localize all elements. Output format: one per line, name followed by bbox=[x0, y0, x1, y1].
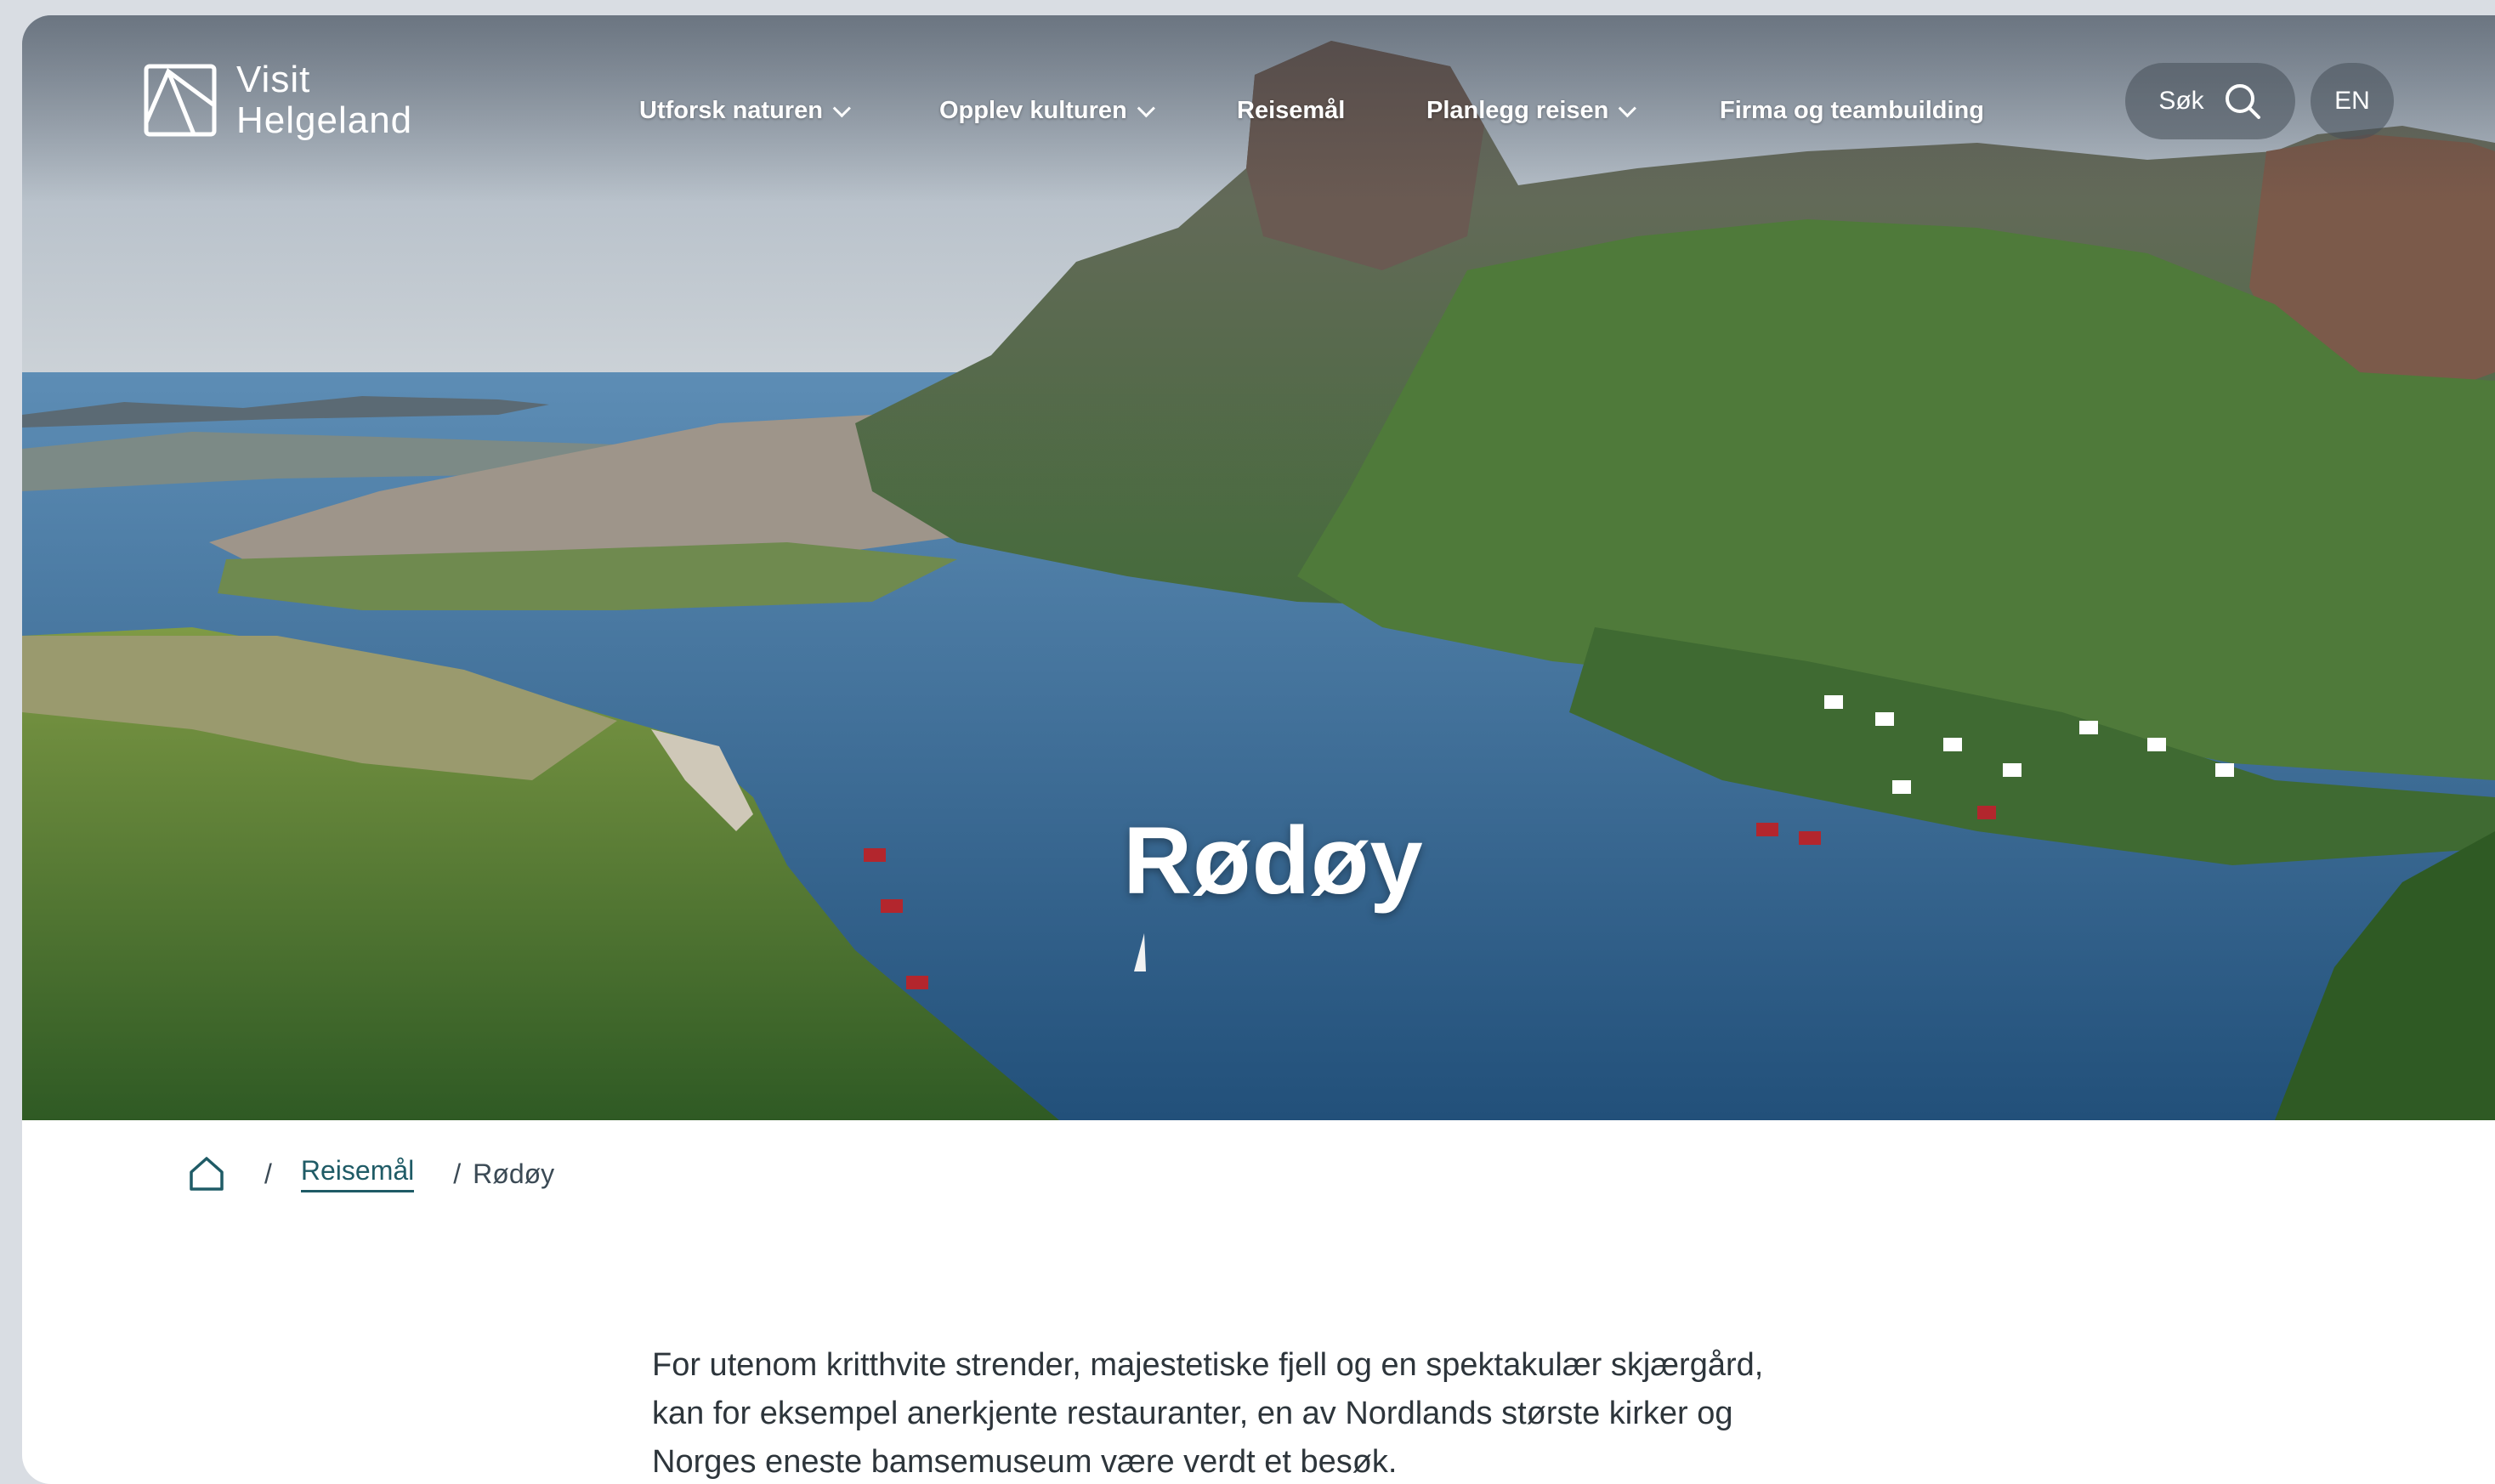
logo-line-1: Visit bbox=[236, 59, 311, 100]
search-label: Søk bbox=[2158, 87, 2204, 115]
breadcrumb-separator: / bbox=[453, 1158, 462, 1189]
nav-label: Firma og teambuilding bbox=[1720, 97, 1984, 124]
nav-label: Opplev kulturen bbox=[939, 97, 1127, 124]
nav-opplev-kulturen[interactable]: Opplev kulturen bbox=[939, 97, 1155, 125]
nav-label: Utforsk naturen bbox=[639, 97, 823, 124]
visit-helgeland-logo[interactable]: Visit Helgeland bbox=[143, 59, 412, 141]
nav-label: Planlegg reisen bbox=[1426, 97, 1609, 124]
language-label: EN bbox=[2334, 87, 2370, 115]
hero-title: Rødøy bbox=[1123, 807, 1424, 914]
breadcrumb-current: Rødøy bbox=[473, 1158, 555, 1189]
breadcrumb-separator: / bbox=[264, 1158, 272, 1189]
logo-line-2: Helgeland bbox=[236, 99, 413, 141]
logo-text: Visit Helgeland bbox=[236, 59, 412, 141]
search-button[interactable]: Søk bbox=[2125, 63, 2295, 139]
browser-viewport: Visit Helgeland Utforsk naturen Opplev k… bbox=[22, 15, 2495, 1484]
intro-line-3: Norges eneste bamsemuseum være verdt et … bbox=[652, 1444, 1398, 1480]
breadcrumb-link-reisemal[interactable]: Reisemål bbox=[300, 1155, 415, 1192]
breadcrumb: / Reisemål / Rødøy bbox=[188, 1148, 554, 1199]
intro-line-1: For utenom kritthvite strender, majestet… bbox=[652, 1347, 1764, 1383]
language-switch-button[interactable]: EN bbox=[2311, 63, 2394, 139]
logo-mark-icon bbox=[144, 64, 217, 137]
hero-banner: Visit Helgeland Utforsk naturen Opplev k… bbox=[22, 15, 2495, 1120]
nav-label: Reisemål bbox=[1237, 97, 1346, 124]
nav-utforsk-naturen[interactable]: Utforsk naturen bbox=[639, 97, 851, 125]
search-icon bbox=[2225, 84, 2260, 119]
nav-firma-og-teambuilding[interactable]: Firma og teambuilding bbox=[1720, 97, 1984, 125]
home-icon[interactable] bbox=[188, 1155, 225, 1192]
intro-line-2: kan for eksempel anerkjente restauranter… bbox=[652, 1396, 1733, 1431]
nav-reisemal[interactable]: Reisemål bbox=[1237, 97, 1345, 125]
nav-planlegg-reisen[interactable]: Planlegg reisen bbox=[1426, 97, 1637, 125]
intro-paragraph: For utenom kritthvite strender, majestet… bbox=[652, 1341, 1893, 1484]
